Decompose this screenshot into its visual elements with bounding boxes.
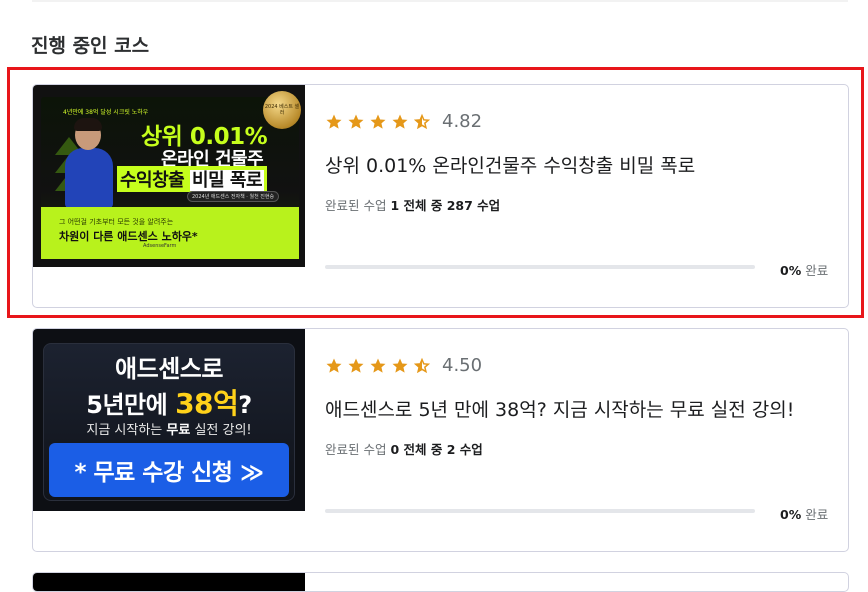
- rating-stars: [325, 357, 431, 375]
- thumbnail-subtitle: 차원이 다른 애드센스 노하우*: [59, 230, 198, 243]
- star-icon: [348, 358, 364, 373]
- course-rating: 4.50: [325, 355, 482, 376]
- top-divider: [32, 0, 848, 2]
- half-star-icon: [413, 357, 431, 373]
- star-icon: [370, 358, 386, 373]
- rating-stars: [325, 113, 431, 131]
- course-thumbnail[interactable]: 4년만에 38억 달성 시크릿 노하우 상위 0.01% 온라인 건물주 수익창…: [33, 85, 305, 267]
- thumbnail-headline: 애드센스로: [115, 355, 223, 383]
- brand-logo: AdsenseFarm: [143, 243, 177, 249]
- lessons-completed: 완료된 수업 0 전체 중 2 수업: [325, 442, 483, 457]
- rating-value: 4.82: [442, 111, 483, 132]
- thumbnail-subtitle: 그 어떤걸 기초부터 모든 것을 알려주는: [59, 218, 174, 226]
- thumbnail-topline: 4년만에 38억 달성 시크릿 노하우: [63, 109, 149, 116]
- lessons-completed: 완료된 수업 1 전체 중 287 수업: [325, 198, 501, 213]
- progress-bar: [325, 265, 755, 269]
- course-card[interactable]: 4년만에 38억 달성 시크릿 노하우 상위 0.01% 온라인 건물주 수익창…: [32, 84, 849, 308]
- star-icon: [348, 114, 364, 129]
- star-icon: [326, 114, 342, 129]
- star-icon: [392, 358, 408, 373]
- course-title[interactable]: 애드센스로 5년 만에 38억? 지금 시작하는 무료 실전 강의!: [325, 395, 794, 422]
- free-enroll-banner: * 무료 수강 신청 ≫: [49, 443, 289, 497]
- half-star-icon: [413, 113, 431, 129]
- thumbnail-subtitle: 지금 시작하는 무료 실전 강의!: [86, 423, 252, 438]
- instructor-photo: [65, 118, 113, 210]
- section-title: 진행 중인 코스: [31, 35, 150, 57]
- progress-label: 0% 완료: [780, 507, 829, 522]
- course-title[interactable]: 상위 0.01% 온라인건물주 수익창출 비밀 폭로: [325, 151, 695, 178]
- course-thumbnail[interactable]: [33, 573, 305, 591]
- star-icon: [326, 358, 342, 373]
- progress-label: 0% 완료: [780, 263, 829, 278]
- course-thumbnail[interactable]: 애드센스로 5년만에 38억? 지금 시작하는 무료 실전 강의! * 무료 수…: [33, 329, 305, 511]
- star-icon: [370, 114, 386, 129]
- course-card[interactable]: 애드센스로 5년만에 38억? 지금 시작하는 무료 실전 강의! * 무료 수…: [32, 328, 849, 552]
- thumbnail-headline: 5년만에 38억?: [86, 387, 252, 420]
- course-rating: 4.82: [325, 111, 482, 132]
- bestseller-badge: 2024 베스트 셀러: [263, 91, 301, 129]
- thumbnail-pill: 2024년 애드센스 전자책 · 월천 진현승: [187, 191, 280, 202]
- course-card[interactable]: [32, 572, 849, 592]
- progress-bar: [325, 509, 755, 513]
- thumbnail-headline: 수익창출 비밀 폭로: [117, 166, 268, 192]
- star-icon: [392, 114, 408, 129]
- rating-value: 4.50: [442, 355, 483, 376]
